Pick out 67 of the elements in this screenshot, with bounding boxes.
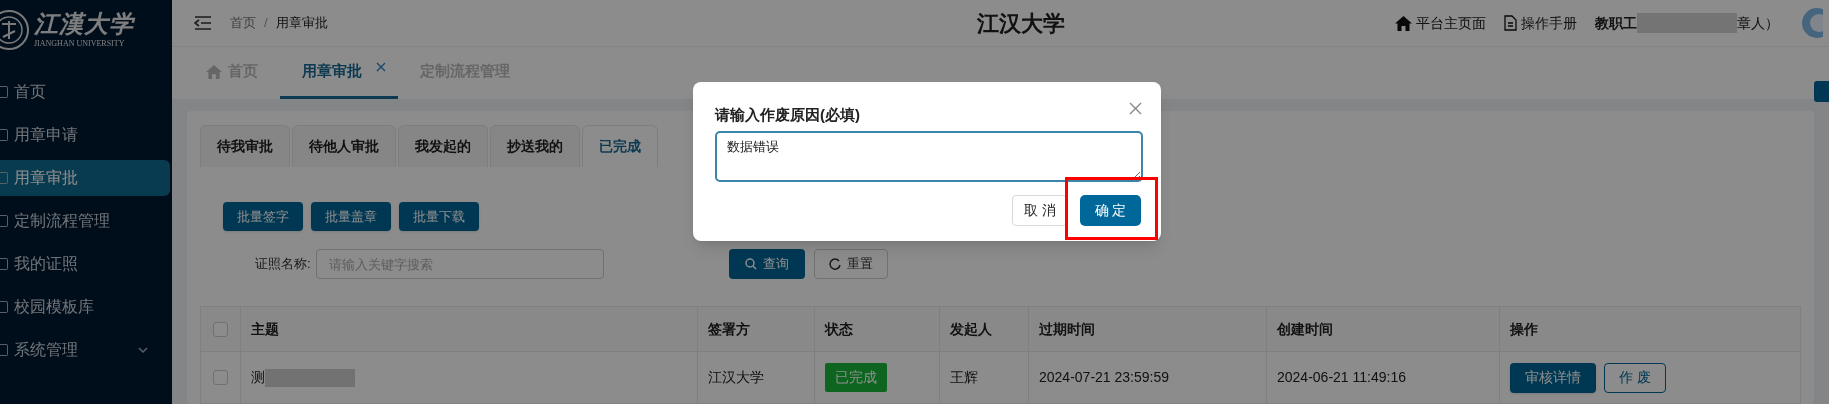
table-cell-text: 测: [251, 368, 265, 387]
breadcrumb-link[interactable]: 首页: [230, 13, 256, 33]
site-title: 江汉大学: [977, 10, 1065, 38]
detail-button[interactable]: 审核详情: [1510, 362, 1596, 393]
filter-tab[interactable]: 我发起的: [398, 125, 488, 167]
reason-field[interactable]: 数据错误: [715, 131, 1143, 182]
close-icon[interactable]: [1129, 102, 1142, 115]
reset-icon: [828, 258, 841, 270]
menu-fold-icon[interactable]: [194, 16, 212, 30]
side-button[interactable]: [1814, 81, 1829, 102]
menu-icon: [0, 301, 8, 313]
close-tab-icon[interactable]: [376, 62, 386, 72]
breadcrumb-link[interactable]: 用章审批: [275, 13, 328, 33]
column-header: 操作: [1509, 319, 1539, 339]
manual-link[interactable]: 操作手册: [1521, 12, 1577, 34]
sidebar-item[interactable]: 校园模板库: [0, 289, 170, 325]
void-button[interactable]: 作 废: [1604, 362, 1666, 393]
confirm-button[interactable]: 确 定: [1080, 195, 1141, 226]
filter-tab[interactable]: 抄送我的: [490, 125, 580, 167]
batch-button[interactable]: 批量下载: [399, 202, 479, 231]
filter-tab[interactable]: 已完成: [582, 125, 658, 167]
dialog-title: 请输入作废原因(必填): [715, 105, 860, 125]
table-cell-text: 2024-07-21 23:59:59: [1039, 368, 1169, 387]
sidebar-item[interactable]: 用章审批: [0, 160, 170, 196]
menu-icon: [0, 86, 8, 98]
search-icon: [744, 258, 757, 270]
menu-icon: [0, 129, 8, 141]
checkbox[interactable]: [213, 370, 228, 385]
sidebar-item[interactable]: 我的证照: [0, 246, 170, 282]
menu-icon: [0, 215, 8, 227]
table-cell-text: 江汉大学: [708, 368, 764, 387]
menu-icon: [0, 258, 8, 270]
column-header: 状态: [815, 307, 940, 351]
sidebar-item[interactable]: 首页: [0, 74, 170, 110]
platform-home-link[interactable]: 平台主页面: [1416, 12, 1486, 34]
status-tag: 已完成: [825, 363, 887, 392]
logo-title: 江漢大学: [34, 12, 134, 36]
field-label: 证照名称:: [255, 255, 311, 274]
logo-emblem-icon: [0, 9, 30, 51]
checkbox[interactable]: [213, 321, 228, 337]
column-header: 发起人: [940, 307, 1029, 351]
column-header: 主题: [241, 307, 698, 351]
cancel-button[interactable]: 取 消: [1012, 195, 1068, 226]
document-icon: [1504, 15, 1517, 31]
column-header: 过期时间: [1029, 307, 1267, 351]
logo-subtitle: JIANGHAN UNIVERSITY: [34, 40, 126, 48]
batch-button[interactable]: 批量盖章: [311, 202, 391, 231]
query-button[interactable]: 查询: [728, 249, 805, 279]
sidebar-item[interactable]: 定制流程管理: [0, 203, 170, 239]
home-icon: [206, 64, 222, 79]
sidebar-item[interactable]: 用章申请: [0, 117, 170, 153]
menu-icon: [0, 344, 8, 356]
user-name: 教职工: [1595, 13, 1637, 33]
table-cell-text: 王辉: [950, 368, 978, 387]
batch-button[interactable]: 批量签字: [223, 202, 303, 231]
menu-icon: [0, 172, 8, 184]
reset-button[interactable]: 重置: [813, 249, 888, 279]
home-icon: [1395, 15, 1412, 31]
breadcrumb-separator: /: [264, 14, 268, 33]
sidebar-item[interactable]: 系统管理: [0, 332, 170, 368]
column-header: 创建时间: [1267, 307, 1500, 351]
table-cell-text: 2024-06-21 11:49:16: [1277, 368, 1406, 387]
filter-tab[interactable]: 待我审批: [200, 125, 290, 167]
filter-tab[interactable]: 待他人审批: [292, 125, 396, 167]
column-header: 签署方: [698, 307, 815, 351]
user-role: 章人）: [1737, 13, 1779, 33]
page-tab[interactable]: 用章审批: [280, 47, 398, 99]
